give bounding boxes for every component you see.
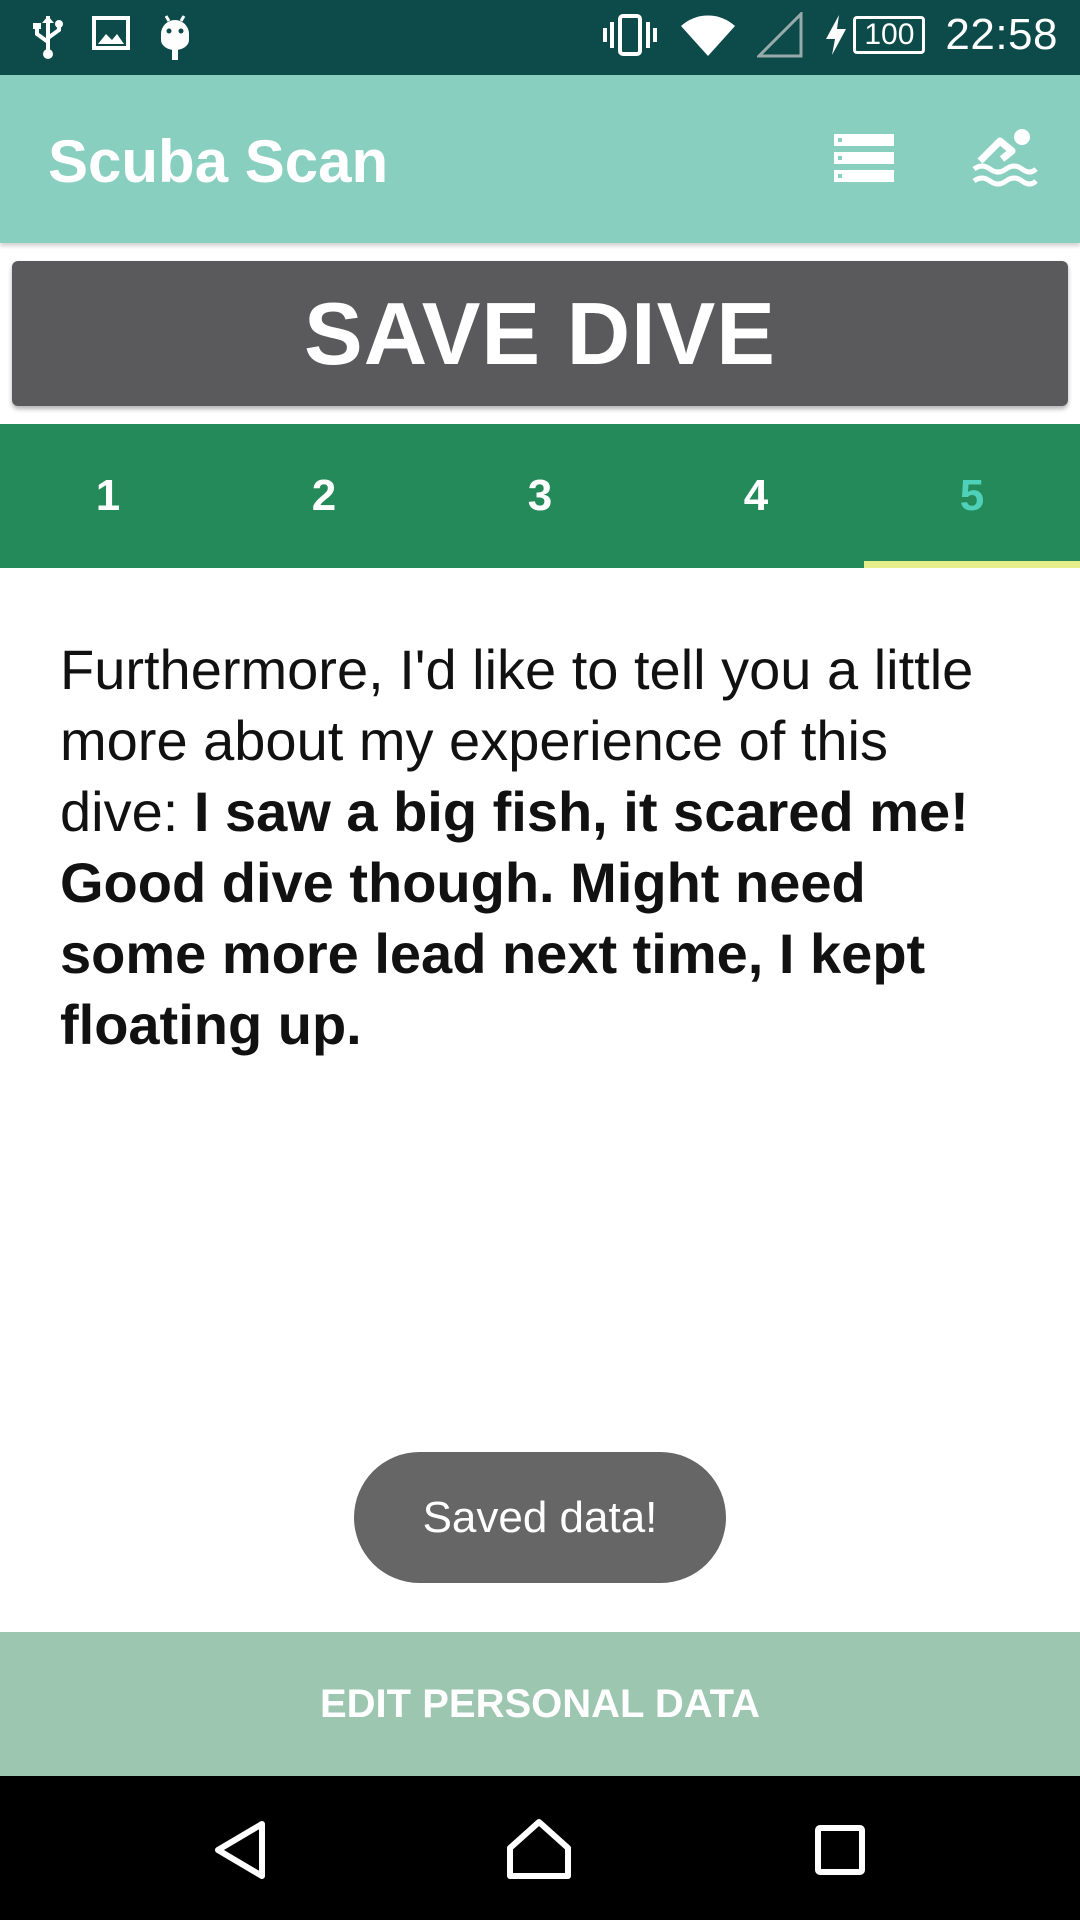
- cell-signal-icon: [757, 12, 803, 58]
- battery-level: 100: [853, 16, 926, 54]
- app-title: Scuba Scan: [48, 128, 389, 195]
- vibrate-icon: [601, 12, 659, 58]
- tab-5[interactable]: 5: [864, 424, 1080, 568]
- home-icon[interactable]: [506, 1818, 572, 1885]
- image-icon: [92, 14, 130, 62]
- edit-personal-data-button[interactable]: EDIT PERSONAL DATA: [0, 1632, 1080, 1776]
- tab-4[interactable]: 4: [648, 424, 864, 568]
- tab-3[interactable]: 3: [432, 424, 648, 568]
- status-clock: 22:58: [945, 10, 1058, 59]
- tab-2[interactable]: 2: [216, 424, 432, 568]
- status-bar: 100 22:58: [0, 0, 1080, 75]
- save-dive-button[interactable]: SAVE DIVE: [12, 261, 1068, 406]
- app-bar: Scuba Scan: [0, 75, 1080, 243]
- dive-summary-text: Furthermore, I'd like to tell you a litt…: [60, 634, 1020, 1060]
- swimmer-icon[interactable]: [972, 127, 1038, 194]
- charging-icon: [823, 13, 849, 57]
- list-icon[interactable]: [832, 132, 896, 189]
- nav-bar: [0, 1776, 1080, 1920]
- back-icon[interactable]: [212, 1820, 268, 1885]
- page-tabs: 1 2 3 4 5: [0, 424, 1080, 568]
- recents-icon[interactable]: [814, 1824, 866, 1881]
- saved-toast: Saved data!: [354, 1452, 726, 1583]
- usb-icon: [32, 14, 64, 62]
- tab-1[interactable]: 1: [0, 424, 216, 568]
- wifi-icon: [679, 12, 737, 58]
- android-debug-icon: [158, 14, 192, 62]
- battery-indicator: 100: [823, 13, 926, 57]
- summary-answer: I saw a big fish, it scared me! Good div…: [60, 780, 969, 1056]
